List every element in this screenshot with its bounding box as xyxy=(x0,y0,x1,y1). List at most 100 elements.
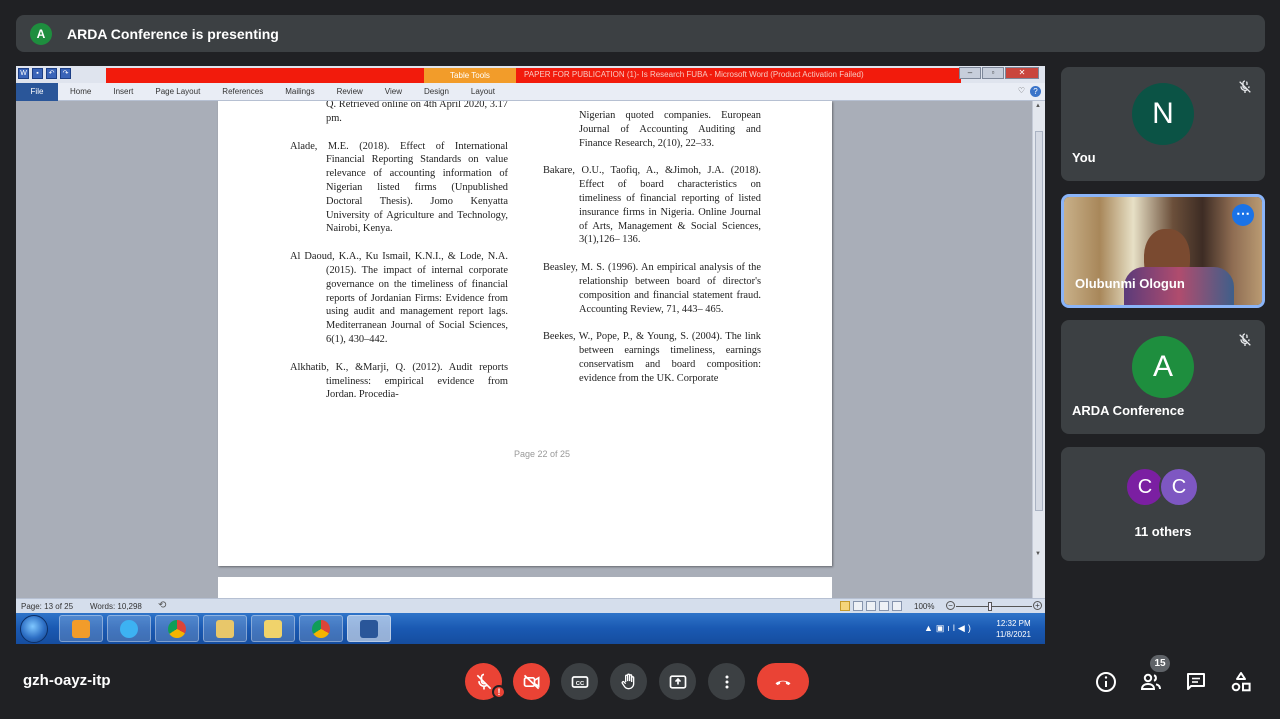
system-tray: ▲▣ıl◀) 12:32 PM 11/8/2021 xyxy=(910,613,1045,644)
next-page xyxy=(218,577,832,598)
internet-explorer-icon[interactable] xyxy=(107,615,151,642)
people-icon[interactable] xyxy=(1139,670,1163,694)
start-button-icon[interactable] xyxy=(20,615,48,643)
reference-entry: Nigerian quoted companies. European Jour… xyxy=(579,110,761,149)
clock-time: 12:32 PM xyxy=(996,618,1031,628)
view-buttons xyxy=(840,601,902,611)
web-layout-icon[interactable] xyxy=(866,601,876,611)
zoom-slider[interactable]: − + xyxy=(946,601,1042,611)
camera-button[interactable] xyxy=(513,663,550,700)
references-right-column: Nigerian quoted companies. European Jour… xyxy=(543,109,761,400)
participant-tile-arda[interactable]: A ARDA Conference xyxy=(1061,320,1265,434)
microphone-button[interactable]: ! xyxy=(465,663,506,700)
save-icon[interactable]: ▪ xyxy=(32,68,43,79)
table-tools-tab[interactable]: Table Tools xyxy=(424,68,516,83)
captions-button[interactable]: CC xyxy=(561,663,598,700)
activities-icon[interactable] xyxy=(1229,670,1253,694)
participant-count-badge: 15 xyxy=(1150,655,1170,672)
tab-insert[interactable]: Insert xyxy=(113,87,133,96)
reference-entry: Bakare, O.U., Taofiq, A., &Jimoh, J.A. (… xyxy=(543,165,761,246)
full-screen-reading-icon[interactable] xyxy=(853,601,863,611)
participant-tile-olubunmi[interactable]: ⋯ Olubunmi Ologun xyxy=(1061,194,1265,308)
meeting-code[interactable]: gzh-oayz-itp xyxy=(23,672,111,689)
meeting-details-icon[interactable] xyxy=(1094,670,1118,694)
chrome-icon[interactable] xyxy=(155,615,199,642)
tab-references[interactable]: References xyxy=(222,87,263,96)
close-icon[interactable]: ✕ xyxy=(1005,67,1039,79)
tray-icons[interactable]: ▲▣ıl◀) xyxy=(924,623,974,634)
word-taskbar-icon[interactable] xyxy=(347,615,391,642)
zoom-level[interactable]: 100% xyxy=(914,602,934,611)
participant-avatar: A xyxy=(1132,336,1194,398)
draft-icon[interactable] xyxy=(892,601,902,611)
document-area[interactable]: Q. Retrieved online on 4th April 2020, 3… xyxy=(16,101,1032,598)
redo-icon[interactable]: ↷ xyxy=(60,68,71,79)
scroll-up-icon[interactable]: ▲ xyxy=(1035,103,1041,109)
folder-icon[interactable] xyxy=(251,615,295,642)
participant-name: You xyxy=(1072,150,1096,165)
warning-icon: ! xyxy=(492,685,506,699)
more-options-button[interactable] xyxy=(708,663,745,700)
quick-access-toolbar[interactable]: W ▪ ↶ ↷ xyxy=(18,68,71,79)
print-layout-icon[interactable] xyxy=(840,601,850,611)
ribbon-minimize-icon[interactable]: ♡ xyxy=(1018,86,1025,95)
chrome-profile-icon[interactable] xyxy=(299,615,343,642)
tab-view[interactable]: View xyxy=(385,87,402,96)
taskbar-clock[interactable]: 12:32 PM 11/8/2021 xyxy=(996,618,1031,640)
word-status-bar: Page: 13 of 25 Words: 10,298 ⟲ 100% − + xyxy=(16,598,1045,613)
page-footer: Page 22 of 25 xyxy=(514,449,571,459)
proofing-icon[interactable]: ⟲ xyxy=(158,600,166,611)
word-count[interactable]: Words: 10,298 xyxy=(90,602,142,611)
tab-home[interactable]: Home xyxy=(70,87,91,96)
raise-hand-button[interactable] xyxy=(610,663,647,700)
libraries-icon[interactable] xyxy=(203,615,247,642)
tab-mailings[interactable]: Mailings xyxy=(285,87,314,96)
participant-tile-you[interactable]: N You xyxy=(1061,67,1265,181)
scrollbar-thumb[interactable] xyxy=(1035,131,1043,511)
leave-call-button[interactable] xyxy=(757,663,809,700)
vertical-scrollbar[interactable]: ▲ ▼ xyxy=(1032,101,1045,598)
reference-entry: Beekes, W., Pope, P., & Young, S. (2004)… xyxy=(543,331,761,384)
page-count[interactable]: Page: 13 of 25 xyxy=(21,602,73,611)
more-options-icon[interactable]: ⋯ xyxy=(1232,204,1254,226)
mic-off-icon xyxy=(476,673,491,689)
meet-window: A ARDA Conference is presenting W ▪ ↶ ↷ … xyxy=(0,0,1280,719)
present-button[interactable] xyxy=(659,663,696,700)
zoom-out-icon[interactable]: − xyxy=(946,601,955,610)
reference-entry: Al Daoud, K.A., Ku Ismail, K.N.I., & Lod… xyxy=(290,251,508,345)
tab-file[interactable]: File xyxy=(16,82,58,101)
maximize-icon[interactable]: ▫ xyxy=(982,67,1004,79)
ribbon-tabs: File Home Insert Page Layout References … xyxy=(16,82,1045,101)
participant-avatar: C xyxy=(1159,467,1199,507)
help-icon[interactable]: ? xyxy=(1030,86,1041,97)
tab-layout[interactable]: Layout xyxy=(471,87,495,96)
document-page[interactable]: Q. Retrieved online on 4th April 2020, 3… xyxy=(218,101,832,566)
mic-off-icon xyxy=(1239,333,1251,346)
tab-design[interactable]: Design xyxy=(424,87,449,96)
shared-screen: W ▪ ↶ ↷ Table Tools PAPER FOR PUBLICATIO… xyxy=(16,66,1045,644)
presenting-banner: A ARDA Conference is presenting xyxy=(16,15,1265,52)
zoom-in-icon[interactable]: + xyxy=(1033,601,1042,610)
reference-entry: Alkhatib, K., &Marji, Q. (2012). Audit r… xyxy=(290,361,508,401)
captions-icon: CC xyxy=(571,675,588,688)
hand-icon xyxy=(621,673,634,689)
minimize-icon[interactable]: – xyxy=(959,67,981,79)
outline-icon[interactable] xyxy=(879,601,889,611)
participant-name: Olubunmi Ologun xyxy=(1075,276,1185,291)
clock-date: 11/8/2021 xyxy=(996,629,1031,639)
word-title-bar: W ▪ ↶ ↷ Table Tools PAPER FOR PUBLICATIO… xyxy=(16,66,1045,83)
word-window-title: PAPER FOR PUBLICATION (1)- Is Research F… xyxy=(524,70,864,79)
zoom-slider-knob[interactable] xyxy=(988,602,992,611)
reference-entry: Alade, M.E. (2018). Effect of Internatio… xyxy=(290,140,508,235)
hang-up-icon xyxy=(775,680,791,685)
participant-tile-others[interactable]: C C 11 others xyxy=(1061,447,1265,561)
others-avatars: C C xyxy=(1125,467,1199,507)
references-left-column: Q. Retrieved online on 4th April 2020, 3… xyxy=(290,101,508,416)
tab-page-layout[interactable]: Page Layout xyxy=(155,87,200,96)
chat-icon[interactable] xyxy=(1184,670,1208,694)
media-player-icon[interactable] xyxy=(59,615,103,642)
scroll-down-icon[interactable]: ▼ xyxy=(1035,551,1041,557)
camera-off-icon xyxy=(523,674,539,689)
undo-icon[interactable]: ↶ xyxy=(46,68,57,79)
tab-review[interactable]: Review xyxy=(337,87,363,96)
